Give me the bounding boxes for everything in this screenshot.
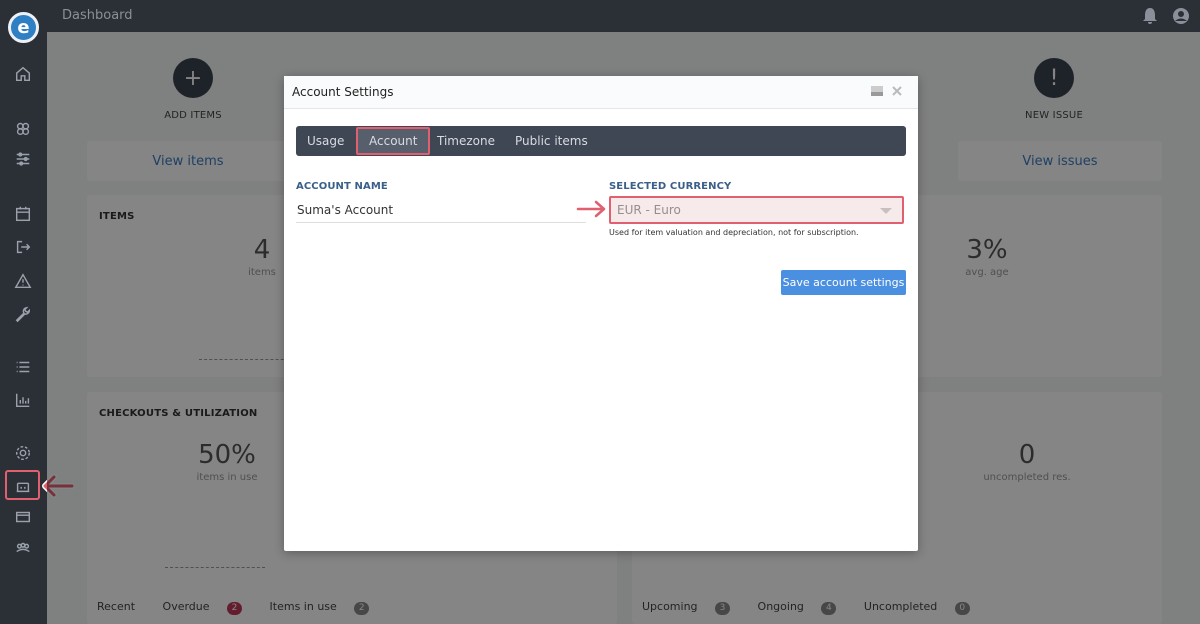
currency-select[interactable]: EUR - Euro — [609, 196, 904, 224]
tab-account[interactable]: Account — [356, 127, 431, 155]
calendar-icon[interactable] — [12, 203, 34, 225]
list-icon[interactable] — [12, 356, 34, 378]
tab-usage[interactable]: Usage — [296, 126, 355, 156]
pointer-arrow-icon — [576, 199, 607, 219]
bell-icon[interactable] — [1142, 7, 1158, 25]
currency-label: SELECTED CURRENCY — [609, 181, 732, 192]
sidebar: e — [0, 0, 47, 624]
page-title: Dashboard — [62, 8, 133, 23]
modal-title: Account Settings — [292, 85, 394, 99]
settings-tabs: Usage Account Timezone Public items — [296, 126, 906, 156]
topbar: Dashboard — [47, 0, 1200, 32]
app-logo[interactable]: e — [8, 12, 39, 43]
items-icon[interactable] — [12, 117, 34, 139]
billing-icon[interactable] — [12, 506, 34, 528]
account-settings-modal: Account Settings Usage Account Timezone … — [284, 76, 918, 551]
wrench-icon[interactable] — [12, 303, 34, 325]
tab-public-items[interactable]: Public items — [504, 126, 599, 156]
account-name-input[interactable]: Suma's Account — [296, 199, 586, 223]
modal-header: Account Settings — [284, 76, 918, 109]
close-icon[interactable] — [890, 84, 904, 98]
tab-timezone[interactable]: Timezone — [426, 126, 506, 156]
sidebar-highlight — [5, 470, 40, 500]
currency-select-value: EUR - Euro — [617, 203, 681, 217]
chevron-down-icon — [880, 208, 892, 214]
currency-helper-text: Used for item valuation and depreciation… — [609, 228, 859, 237]
minimize-icon[interactable] — [870, 84, 884, 98]
reports-icon[interactable] — [12, 389, 34, 411]
checkout-icon[interactable] — [12, 236, 34, 258]
users-icon[interactable] — [12, 537, 34, 559]
save-account-settings-button[interactable]: Save account settings — [781, 270, 906, 295]
user-icon[interactable] — [1172, 7, 1190, 25]
warning-icon[interactable] — [12, 270, 34, 292]
home-icon[interactable] — [12, 63, 34, 85]
sliders-icon[interactable] — [12, 148, 34, 170]
settings-icon[interactable] — [12, 442, 34, 464]
account-name-label: ACCOUNT NAME — [296, 181, 388, 192]
